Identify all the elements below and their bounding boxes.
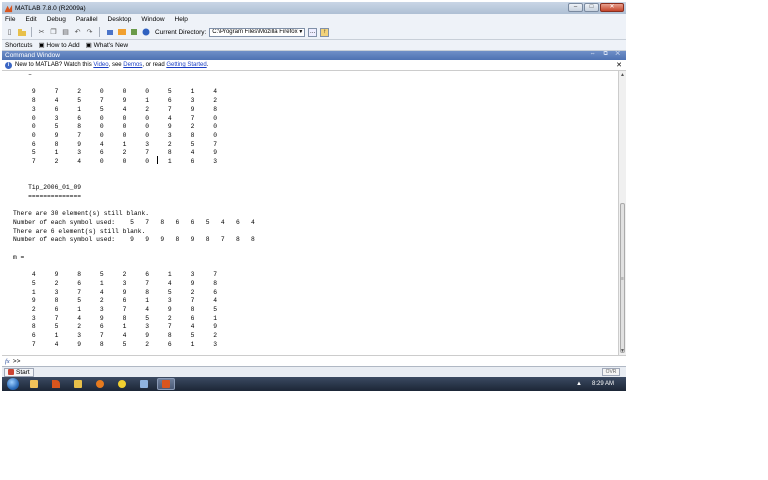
video-link[interactable]: Video	[93, 62, 108, 68]
copy-icon[interactable]: ❐	[49, 28, 58, 37]
menu-bar: File Edit Debug Parallel Desktop Window …	[2, 14, 626, 25]
shortcuts-label[interactable]: Shortcuts	[5, 42, 32, 49]
info-text: New to MATLAB? Watch this Video, see Dem…	[15, 62, 208, 68]
taskbar-explorer[interactable]	[69, 378, 87, 390]
menu-debug[interactable]: Debug	[47, 16, 66, 23]
open-folder-icon[interactable]	[17, 28, 26, 37]
menu-file[interactable]: File	[5, 16, 15, 23]
taskbar-app-6[interactable]	[135, 378, 153, 390]
start-label: Start	[16, 368, 30, 376]
current-directory-value: C:\Program Files\Mozilla Firefox	[212, 28, 298, 35]
taskbar-matlab[interactable]	[157, 378, 175, 390]
getting-started-link[interactable]: Getting Started	[166, 62, 206, 68]
taskbar-app-1[interactable]	[25, 378, 43, 390]
info-mid1: , see	[108, 62, 124, 68]
overwrite-indicator: OVR	[602, 368, 620, 376]
menu-desktop[interactable]: Desktop	[108, 16, 132, 23]
toolbar-separator	[31, 27, 32, 37]
cut-icon[interactable]: ✂	[37, 28, 46, 37]
shortcuts-bar: Shortcuts ▣ How to Add ▣ What's New	[2, 40, 626, 51]
taskbar-app-2[interactable]	[47, 378, 65, 390]
chevron-down-icon[interactable]: ▼	[298, 29, 303, 36]
system-tray: ▲ 8:29 AM	[576, 377, 614, 391]
command-output-text: – 9 7 2 0 0 0 5 1 4 8 4 5 7 9 1 6 3 2 3 …	[13, 71, 255, 348]
info-prefix: New to MATLAB? Watch this	[15, 62, 94, 68]
tray-expand-icon[interactable]: ▲	[576, 381, 582, 387]
scroll-down-icon[interactable]: ▼	[620, 348, 625, 354]
scroll-up-icon[interactable]: ▲	[620, 72, 625, 78]
function-browser-icon[interactable]: fx	[5, 358, 10, 365]
close-info-icon[interactable]: ✕	[616, 61, 622, 69]
undo-icon[interactable]: ↶	[73, 28, 82, 37]
guide-icon[interactable]	[117, 28, 126, 37]
browse-folder-button[interactable]: …	[308, 27, 318, 37]
how-to-add-label: How to Add	[46, 42, 80, 49]
status-bar: Start OVR	[2, 366, 626, 377]
grip-icon: ≡	[621, 276, 624, 282]
text-cursor	[157, 156, 158, 164]
new-file-icon[interactable]: ▯	[5, 28, 14, 37]
windows-taskbar: ▲ 8:29 AM	[2, 377, 626, 391]
paste-icon[interactable]: ▤	[61, 28, 70, 37]
taskbar-clock[interactable]: 8:29 AM	[592, 381, 614, 387]
taskbar-firefox[interactable]	[91, 378, 109, 390]
info-icon: i	[5, 61, 12, 69]
command-prompt[interactable]: fx >>	[2, 355, 626, 366]
command-window-output[interactable]: – 9 7 2 0 0 0 5 1 4 8 4 5 7 9 1 6 3 2 3 …	[2, 71, 618, 355]
maximize-button[interactable]: □	[584, 3, 599, 12]
window-title: MATLAB 7.8.0 (R2009a)	[15, 4, 86, 12]
demos-link[interactable]: Demos	[123, 62, 142, 68]
main-toolbar: ▯ ✂ ❐ ▤ ↶ ↷ Current Directory: C:\Progra…	[2, 25, 626, 40]
how-to-add-link[interactable]: ▣ How to Add	[38, 41, 79, 49]
profiler-icon[interactable]	[129, 28, 138, 37]
desktop-screen: MATLAB 7.8.0 (R2009a) – □ ✕ File Edit De…	[2, 2, 626, 391]
prompt-symbol: >>	[12, 357, 21, 365]
command-window-header: Command Window ⇔ ⧉ ✕	[2, 51, 626, 60]
current-directory-field[interactable]: C:\Program Files\Mozilla Firefox ▼	[209, 27, 306, 37]
command-window-title: Command Window	[5, 52, 60, 59]
whats-new-link[interactable]: ▣ What's New	[86, 41, 128, 49]
matlab-start-button[interactable]: Start	[4, 367, 34, 377]
menu-help[interactable]: Help	[175, 16, 188, 23]
minimize-button[interactable]: –	[568, 3, 583, 12]
menu-edit[interactable]: Edit	[25, 16, 36, 23]
vertical-scrollbar[interactable]: ▲ ≡ ▼	[618, 71, 626, 355]
toolbar-separator	[99, 27, 100, 37]
start-icon	[8, 369, 14, 375]
simulink-icon[interactable]	[105, 28, 114, 37]
close-button[interactable]: ✕	[600, 3, 624, 12]
help-icon[interactable]	[141, 28, 150, 37]
matlab-logo-icon	[4, 4, 13, 13]
redo-icon[interactable]: ↷	[85, 28, 94, 37]
whats-new-label: What's New	[93, 42, 129, 49]
windows-start-orb[interactable]	[5, 377, 21, 391]
title-bar: MATLAB 7.8.0 (R2009a) – □ ✕	[2, 2, 626, 14]
menu-parallel[interactable]: Parallel	[76, 16, 98, 23]
menu-window[interactable]: Window	[141, 16, 164, 23]
info-suffix: .	[206, 62, 209, 68]
panel-controls[interactable]: ⇔ ⧉ ✕	[590, 51, 623, 58]
window-controls: – □ ✕	[568, 3, 624, 12]
info-bar: i New to MATLAB? Watch this Video, see D…	[2, 60, 626, 71]
taskbar-messenger[interactable]	[113, 378, 131, 390]
info-mid2: , or read	[142, 62, 167, 68]
go-up-folder-button[interactable]: ↑	[320, 27, 330, 37]
current-directory-label: Current Directory:	[155, 28, 207, 36]
